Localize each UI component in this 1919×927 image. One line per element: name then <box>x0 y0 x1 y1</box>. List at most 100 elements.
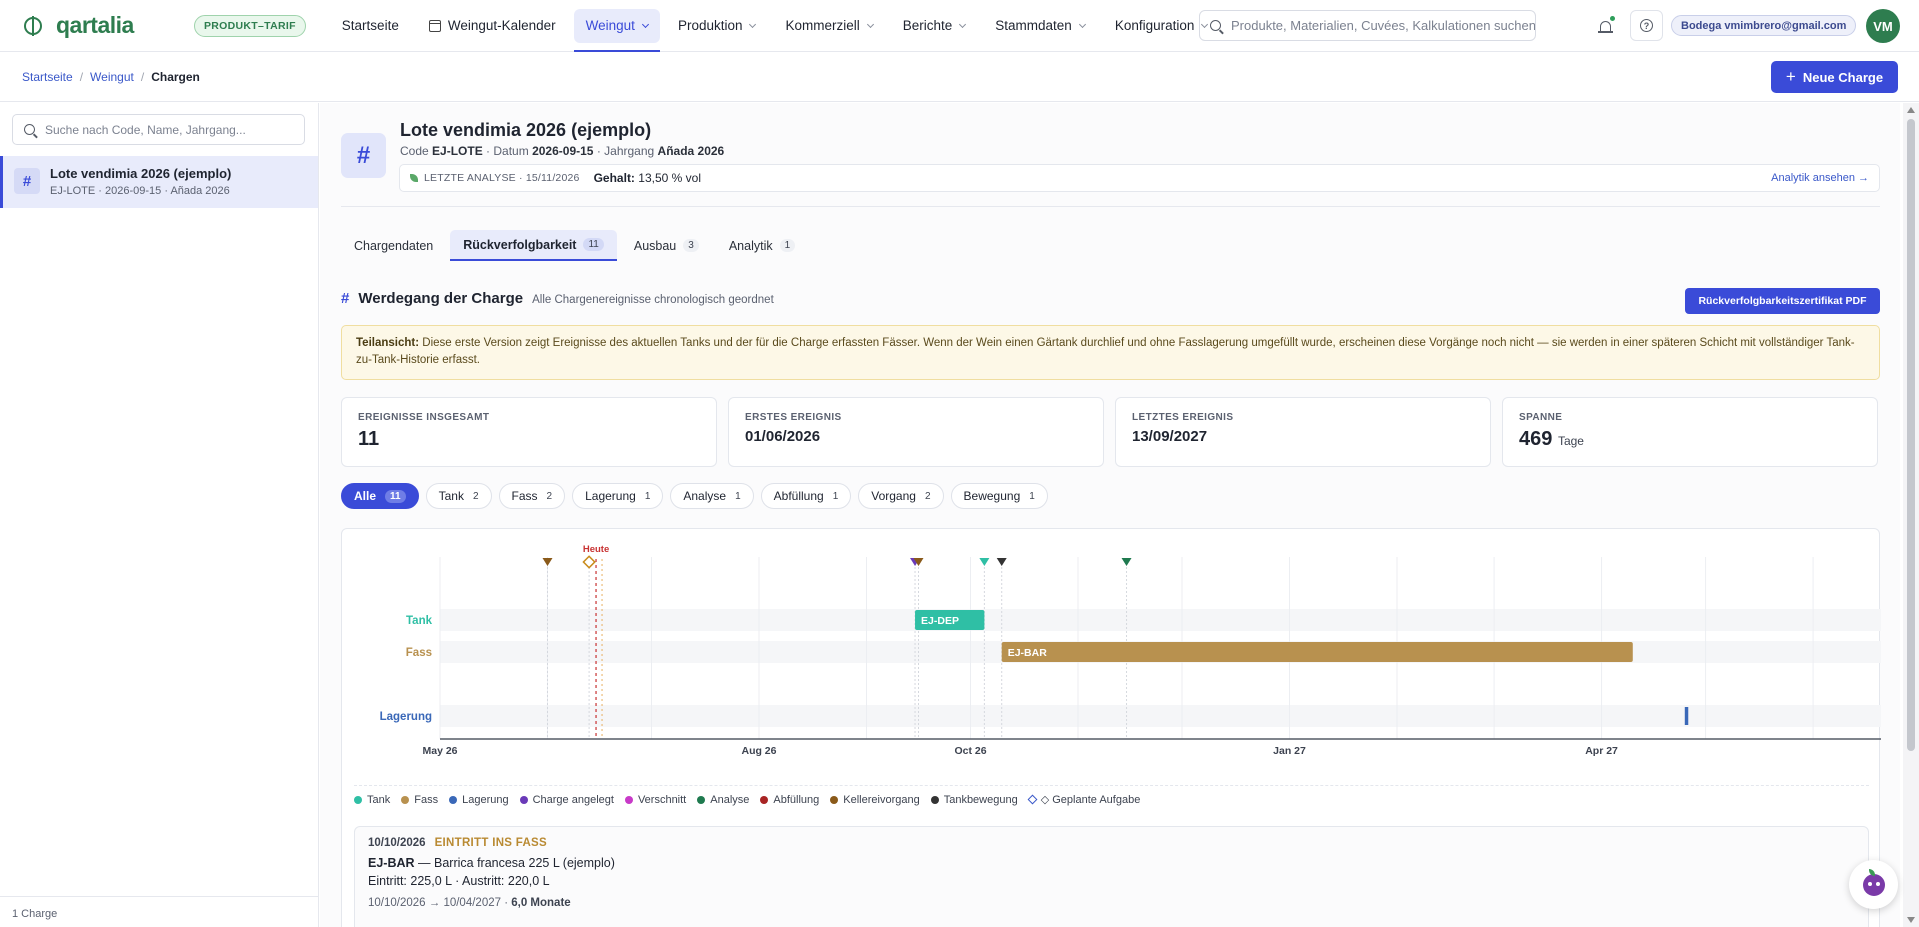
stat-label: SPANNE <box>1519 412 1563 423</box>
chevron-down-icon <box>866 20 874 28</box>
breadcrumb: Startseite / Weingut / Chargen <box>22 70 200 84</box>
stat-span: SPANNE 469 Tage <box>1502 397 1878 467</box>
avatar[interactable]: VM <box>1866 9 1900 43</box>
tab-rueckverfolgbarkeit[interactable]: Rückverfolgbarkeit 11 <box>450 230 617 261</box>
view-analysis-link[interactable]: Analytik ansehen → <box>1771 172 1869 184</box>
section-subtitle: Alle Chargenereignisse chronologisch geo… <box>532 294 774 306</box>
tab-chargendaten[interactable]: Chargendaten <box>341 230 446 261</box>
nav-item-label: Berichte <box>902 18 953 33</box>
legend-divider <box>354 785 1869 786</box>
filter-chip-alle[interactable]: Alle 11 <box>341 483 419 509</box>
timeline-chart: Tank Fass Lagerung May 26 Aug 26 Oct 26 Jan 27… <box>380 544 1881 757</box>
chevron-down-icon <box>749 20 757 28</box>
tab-ausbau[interactable]: Ausbau 3 <box>621 230 712 261</box>
filter-chip-tank[interactable]: Tank 2 <box>425 483 492 509</box>
stat-value: 11 <box>358 428 380 450</box>
nav-item-produktion[interactable]: Produktion <box>666 9 768 43</box>
nav-item-berichte[interactable]: Berichte <box>891 9 978 43</box>
legend-label: ◇ Geplante Aufgabe <box>1040 794 1141 806</box>
event-date-range: 10/10/2026 → 10/04/2027 · <box>368 897 509 909</box>
tab-label: Chargendaten <box>354 238 434 253</box>
legend-swatch <box>401 795 410 804</box>
tab-label: Analytik <box>728 238 773 253</box>
scroll-down-icon[interactable] <box>1907 917 1915 923</box>
legend-swatch <box>697 795 706 804</box>
legend-label: Abfüllung <box>773 793 820 806</box>
app-logo[interactable]: qartalia <box>24 12 172 39</box>
batch-hash-icon: # <box>341 133 386 178</box>
event-card[interactable]: 10/10/2026 EINTRITT INS FASS EJ-BAR — Bar… <box>354 826 1869 927</box>
batch-search-input[interactable]: Suche nach Code, Name, Jahrgang... <box>12 114 305 145</box>
filter-chip-abfuellung[interactable]: Abfüllung 1 <box>760 483 852 509</box>
help-button[interactable]: ? <box>1630 10 1663 41</box>
tab-count: 1 <box>779 239 796 252</box>
tab-count: 11 <box>583 238 604 251</box>
bar-label-tank: EJ-DEP <box>921 615 959 627</box>
search-icon <box>24 124 35 135</box>
nav-item-label: Startseite <box>341 18 399 33</box>
new-batch-label: Neue Charge <box>1802 69 1884 85</box>
event-type: EINTRITT INS FASS <box>434 837 548 849</box>
traceability-pdf-button[interactable]: Rückverfolgbarkeitszertifikat PDF <box>1685 288 1880 314</box>
latest-analysis-bar: LETZTE ANALYSE · 15/11/2026 Gehalt: 13,5… <box>399 164 1880 192</box>
nav-item-weingut[interactable]: Weingut <box>573 8 661 52</box>
filter-chip-lagerung[interactable]: Lagerung 1 <box>572 483 664 509</box>
legend-swatch <box>760 795 769 804</box>
bell-icon <box>1597 20 1613 33</box>
nav-item-label: Stammdaten <box>995 18 1072 33</box>
chip-label: Abfüllung <box>773 489 824 503</box>
filter-chip-fass[interactable]: Fass 2 <box>498 483 566 509</box>
nav-item-kommerziell[interactable]: Kommerziell <box>773 9 884 43</box>
filter-chip-bewegung[interactable]: Bewegung 1 <box>950 483 1048 509</box>
event-marker <box>542 558 553 566</box>
legend-item: Verschnitt <box>624 794 686 806</box>
batch-search-placeholder: Suche nach Code, Name, Jahrgang... <box>45 122 246 137</box>
sidebar-item-subtitle: EJ-LOTE · 2026-09-15 · Añada 2026 <box>50 185 230 197</box>
chip-label: Tank <box>438 489 464 503</box>
timeline-chart-card: Tank Fass Lagerung May 26 Aug 26 Oct 26 Jan 27… <box>341 528 1881 927</box>
stat-unit: Tage <box>1557 434 1584 448</box>
legend-item: Abfüllung <box>760 794 819 806</box>
filter-chip-vorgang[interactable]: Vorgang 2 <box>858 483 944 509</box>
legend-item: Fass <box>401 794 438 806</box>
date-label: · Datum <box>486 144 529 158</box>
nav-item-stammdaten[interactable]: Stammdaten <box>983 9 1097 43</box>
chevron-down-icon <box>1078 20 1086 28</box>
chip-label: Bewegung <box>963 489 1021 503</box>
alcohol-label: Gehalt: <box>593 171 635 185</box>
event-description: — Barrica francesa 225 L (ejemplo) <box>418 856 615 870</box>
scroll-thumb[interactable] <box>1907 119 1915 751</box>
legend-item: Lagerung <box>449 794 509 806</box>
breadcrumb-weingut[interactable]: Weingut <box>90 70 134 84</box>
nav-item-label: Kommerziell <box>785 18 860 33</box>
plus-icon: + <box>1785 67 1796 86</box>
breadcrumb-startseite[interactable]: Startseite <box>22 70 73 84</box>
assistant-button[interactable] <box>1849 860 1898 909</box>
chip-count: 11 <box>385 489 406 503</box>
notifications-button[interactable] <box>1595 16 1615 36</box>
global-search-input[interactable]: Produkte, Materialien, Cuvées, Kalkulati… <box>1199 10 1536 41</box>
new-batch-button[interactable]: + Neue Charge <box>1771 61 1898 93</box>
planned-task-marker <box>582 555 596 569</box>
legend-item: ◇ Geplante Aufgabe <box>1027 793 1141 806</box>
filter-chip-analyse[interactable]: Analyse 1 <box>670 483 754 509</box>
notification-dot <box>1610 16 1615 21</box>
chip-label: Fass <box>511 489 538 503</box>
lane-label-fass: Fass <box>406 647 432 659</box>
lane-label-lagerung: Lagerung <box>380 711 432 723</box>
section-hash-icon: # <box>341 290 350 307</box>
tab-analytik[interactable]: Analytik 1 <box>716 230 808 261</box>
nav-item-startseite[interactable]: Startseite <box>330 9 411 43</box>
main-content: # Lote vendimia 2026 (ejemplo) Code EJ-L… <box>320 103 1900 927</box>
batch-sidebar: Suche nach Code, Name, Jahrgang... # Lot… <box>0 103 319 927</box>
nav-item-weingut-kalender[interactable]: Weingut-Kalender <box>417 9 568 43</box>
scroll-up-icon[interactable] <box>1907 107 1915 113</box>
page-scrollbar[interactable] <box>1903 103 1919 927</box>
code-value: EJ-LOTE <box>432 144 483 158</box>
legend-label: Fass <box>414 793 439 806</box>
user-menu[interactable]: Bodega vmimbrero@gmail.com <box>1671 15 1857 36</box>
latest-analysis-label: LETZTE ANALYSE · 15/11/2026 <box>424 172 580 184</box>
sidebar-item-batch[interactable]: # Lote vendimia 2026 (ejemplo) EJ-LOTE ·… <box>0 156 318 208</box>
vintage-value: Añada 2026 <box>657 144 725 158</box>
search-placeholder: Produkte, Materialien, Cuvées, Kalkulati… <box>1231 18 1535 33</box>
